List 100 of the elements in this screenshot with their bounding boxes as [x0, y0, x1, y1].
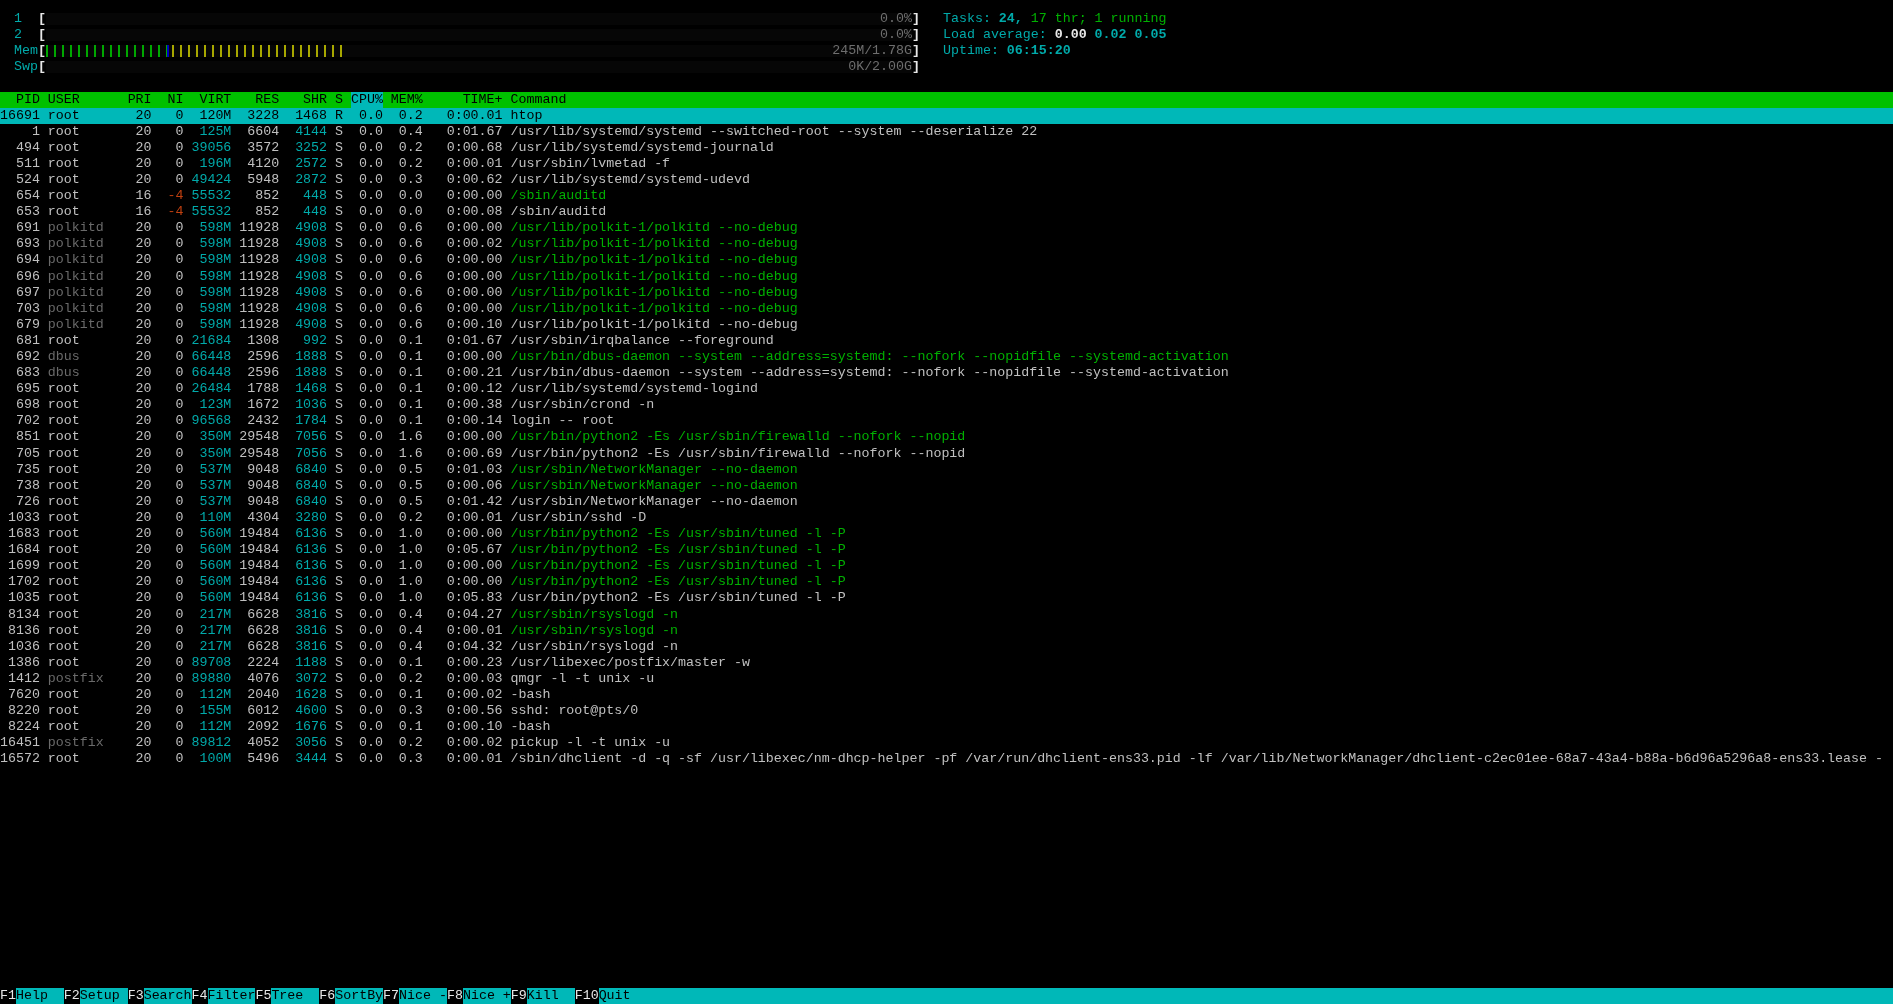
table-cell: 55532 [191, 204, 232, 221]
table-cell: /usr/lib/polkit-1/polkitd --no-debug [510, 236, 798, 253]
process-row[interactable]: 738 root 20 0 537M 9048 6840 S 0.0 0.5 0:00.06 /usr/sbin/NetworkManager --no-daemon [0, 477, 1893, 494]
process-row[interactable]: 1 root 20 0 125M 6604 4144 S 0.0 0.4 0:01.67 /usr/lib/systemd/systemd --switched-root --system --deserialize 22 [0, 123, 1893, 140]
process-row[interactable]: 692 dbus 20 0 66448 2596 1888 S 0.0 0.1 0:00.00 /usr/bin/dbus-daemon --system --address=systemd: --nofork --nopidfile --systemd-activation [0, 349, 1893, 366]
table-cell: /usr/bin/python2 -Es /usr/sbin/firewalld --nofork --nopid [510, 429, 966, 446]
table-cell: qmgr -l -t unix -u [510, 670, 655, 687]
table-cell: /usr/sbin/crond -n [510, 397, 655, 414]
process-row[interactable]: 524 root 20 0 49424 5948 2872 S 0.0 0.3 0:00.62 /usr/lib/systemd/systemd-udevd [0, 171, 1893, 189]
process-row[interactable]: 654 root 16 -4 55532 852 448 S 0.0 0.0 0:00.00 /sbin/auditd [0, 188, 1893, 205]
table-cell-text: 852 [254, 188, 280, 205]
table-cell: 11928 [239, 300, 280, 317]
table-cell-text: 3816 [294, 606, 328, 623]
table-cell-text: 681 [14, 332, 40, 349]
table-cell-text: 9048 [246, 493, 280, 510]
function-key-button[interactable]: SortBy [335, 987, 384, 1004]
process-row[interactable]: 695 root 20 0 26484 1788 1468 S 0.0 0.1 0:00.12 /usr/lib/systemd/systemd-logind [0, 381, 1893, 398]
table-cell: S [335, 558, 343, 575]
process-row[interactable]: 1035 root 20 0 560M 19484 6136 S 0.0 1.0 0:05.83 /usr/bin/python2 -Es /usr/sbin/tuned -l -P [0, 590, 1893, 607]
table-cell: R [335, 107, 343, 124]
table-cell-text: 6628 [246, 622, 280, 639]
process-row[interactable]: 702 root 20 0 96568 2432 1784 S 0.0 0.1 0:00.14 login -- root [0, 413, 1893, 430]
process-row[interactable]: 8220 root 20 0 155M 6012 4600 S 0.0 0.3 0:00.56 sshd: root@pts/0 [0, 703, 1893, 720]
table-cell-text: 598M [198, 220, 232, 237]
process-row[interactable]: 16451 postfix 20 0 89812 4052 3056 S 0.0 0.2 0:00.02 pickup -l -t unix -u [0, 735, 1893, 752]
table-cell: -bash [510, 686, 551, 704]
table-cell-text: 6604 [246, 123, 280, 140]
table-cell: 89708 [191, 654, 232, 671]
column-header[interactable]: RES [239, 91, 280, 108]
process-row[interactable]: 494 root 20 0 39056 3572 3252 S 0.0 0.2 0:00.68 /usr/lib/systemd/systemd-journald [0, 139, 1893, 156]
process-row[interactable]: 696 polkitd 20 0 598M 11928 4908 S 0.0 0.6 0:00.00 /usr/lib/polkit-1/polkitd --no-debug [0, 268, 1893, 285]
table-cell-text: dbus [47, 365, 81, 382]
table-cell-text: 0.3 [397, 171, 423, 189]
table-cell-text: 0:00.62 [445, 171, 503, 189]
process-row[interactable]: 698 root 20 0 123M 1672 1036 S 0.0 0.1 0:00.38 /usr/sbin/crond -n [0, 397, 1893, 414]
table-cell-text: root [47, 574, 81, 591]
process-row[interactable]: 1699 root 20 0 560M 19484 6136 S 0.0 1.0 0:00.00 /usr/bin/python2 -Es /usr/sbin/tuned -l -P [0, 558, 1893, 575]
column-header[interactable]: MEM% [390, 91, 423, 108]
table-cell: /usr/sbin/rsyslogd -n [510, 622, 679, 639]
process-row[interactable]: 691 polkitd 20 0 598M 11928 4908 S 0.0 0.6 0:00.00 /usr/lib/polkit-1/polkitd --no-debug [0, 220, 1893, 237]
process-row[interactable]: 703 polkitd 20 0 598M 11928 4908 S 0.0 0.6 0:00.00 /usr/lib/polkit-1/polkitd --no-debug [0, 300, 1893, 317]
process-row[interactable]: 511 root 20 0 196M 4120 2572 S 0.0 0.2 0:00.01 /usr/sbin/lvmetad -f [0, 155, 1893, 172]
process-row[interactable]: 683 dbus 20 0 66448 2596 1888 S 0.0 0.1 0:00.21 /usr/bin/dbus-daemon --system --address=systemd: --nofork --nopidfile --systemd-activation [0, 365, 1893, 382]
process-row[interactable]: 8224 root 20 0 112M 2092 1676 S 0.0 0.1 0:00.10 -bash [0, 719, 1893, 736]
column-header[interactable]: NI [159, 91, 184, 108]
process-row[interactable]: 1386 root 20 0 89708 2224 1188 S 0.0 0.1 0:00.23 /usr/libexec/postfix/master -w [0, 654, 1893, 671]
column-header[interactable]: Command [510, 91, 567, 108]
table-cell-text: 0.4 [397, 638, 423, 655]
process-row[interactable]: 1412 postfix 20 0 89880 4076 3072 S 0.0 0.2 0:00.03 qmgr -l -t unix -u [0, 670, 1893, 687]
process-row[interactable]: 8134 root 20 0 217M 6628 3816 S 0.0 0.4 0:04.27 /usr/sbin/rsyslogd -n [0, 606, 1893, 623]
meter-reading: 0.0% [880, 27, 912, 44]
process-row[interactable]: 8136 root 20 0 217M 6628 3816 S 0.0 0.4 0:00.01 /usr/sbin/rsyslogd -n [0, 622, 1893, 639]
process-row[interactable]: 851 root 20 0 350M 29548 7056 S 0.0 1.6 0:00.00 /usr/bin/python2 -Es /usr/sbin/firewalld --nofork --nopid [0, 429, 1893, 446]
process-row[interactable]: 697 polkitd 20 0 598M 11928 4908 S 0.0 0.6 0:00.00 /usr/lib/polkit-1/polkitd --no-debug [0, 284, 1893, 301]
table-cell-text: 20 [134, 268, 152, 285]
column-header[interactable]: CPU% [350, 91, 383, 108]
process-row[interactable]: 1683 root 20 0 560M 19484 6136 S 0.0 1.0 0:00.00 /usr/bin/python2 -Es /usr/sbin/tuned -l -P [0, 526, 1893, 543]
table-cell-text: root [47, 622, 81, 639]
process-row[interactable]: 7620 root 20 0 112M 2040 1628 S 0.0 0.1 0:00.02 -bash [0, 686, 1893, 704]
table-cell-text: 0 [174, 477, 184, 494]
table-cell: /usr/bin/python2 -Es /usr/sbin/tuned -l -P [510, 574, 846, 591]
process-row[interactable]: 1684 root 20 0 560M 19484 6136 S 0.0 1.0 0:05.67 /usr/bin/python2 -Es /usr/sbin/tuned -l -P [0, 542, 1893, 559]
meter-bracket: ] [912, 59, 920, 76]
column-header[interactable]: VIRT [191, 91, 232, 108]
process-row[interactable]: 694 polkitd 20 0 598M 11928 4908 S 0.0 0.6 0:00.00 /usr/lib/polkit-1/polkitd --no-debug [0, 252, 1893, 269]
table-cell-text: 560M [198, 574, 232, 591]
table-cell-text: 4908 [294, 268, 328, 285]
process-row[interactable]: 1033 root 20 0 110M 4304 3280 S 0.0 0.2 0:00.01 /usr/sbin/sshd -D [0, 509, 1893, 527]
process-row[interactable]: 735 root 20 0 537M 9048 6840 S 0.0 0.5 0:01.03 /usr/sbin/NetworkManager --no-daemon [0, 461, 1893, 478]
table-cell-text: 6136 [294, 574, 328, 591]
table-cell-text: 4908 [294, 300, 328, 317]
process-row[interactable]: 1036 root 20 0 217M 6628 3816 S 0.0 0.4 0:04.32 /usr/sbin/rsyslogd -n [0, 638, 1893, 655]
process-row[interactable]: 1702 root 20 0 560M 19484 6136 S 0.0 1.0 0:00.00 /usr/bin/python2 -Es /usr/sbin/tuned -l -P [0, 574, 1893, 591]
process-row[interactable]: 653 root 16 -4 55532 852 448 S 0.0 0.0 0:00.08 /sbin/auditd [0, 204, 1893, 221]
process-row[interactable]: 705 root 20 0 350M 29548 7056 S 0.0 1.6 0:00.69 /usr/bin/python2 -Es /usr/sbin/firewalld --nofork --nopid [0, 445, 1893, 462]
table-cell-text: 0:00.02 [445, 735, 503, 752]
table-cell: S [335, 477, 343, 494]
process-row[interactable]: 693 polkitd 20 0 598M 11928 4908 S 0.0 0.6 0:00.02 /usr/lib/polkit-1/polkitd --no-debug [0, 236, 1893, 253]
column-header[interactable]: PRI [127, 91, 152, 108]
table-cell-text: 0.0 [357, 719, 383, 736]
column-header[interactable]: USER [47, 91, 120, 108]
table-cell: 96568 [191, 413, 232, 430]
table-cell: /usr/bin/dbus-daemon --system --address=systemd: --nofork --nopidfile --systemd-activation [510, 365, 1229, 382]
column-header[interactable]: TIME+ [430, 91, 503, 108]
table-cell: pickup -l -t unix -u [510, 735, 671, 752]
table-cell: S [335, 284, 343, 301]
table-cell: S [335, 622, 343, 639]
table-cell-text: 0.0 [357, 542, 383, 559]
table-cell: S [335, 526, 343, 543]
table-cell-text: 110M [198, 509, 232, 527]
process-row[interactable]: 679 polkitd 20 0 598M 11928 4908 S 0.0 0.6 0:00.10 /usr/lib/polkit-1/polkitd --no-debug [0, 316, 1893, 333]
process-row[interactable]: 726 root 20 0 537M 9048 6840 S 0.0 0.5 0:01.42 /usr/sbin/NetworkManager --no-daemon [0, 493, 1893, 510]
column-header[interactable]: SHR [287, 91, 328, 108]
table-cell-text: 0:00.00 [445, 526, 503, 543]
column-header[interactable]: S [335, 91, 343, 108]
table-cell: S [335, 654, 343, 671]
column-header[interactable]: PID [0, 91, 40, 108]
process-row[interactable]: 681 root 20 0 21684 1308 992 S 0.0 0.1 0:01.67 /usr/sbin/irqbalance --foreground [0, 332, 1893, 349]
table-cell-text: 0 [174, 590, 184, 607]
table-cell-text: 0:00.01 [445, 509, 503, 527]
